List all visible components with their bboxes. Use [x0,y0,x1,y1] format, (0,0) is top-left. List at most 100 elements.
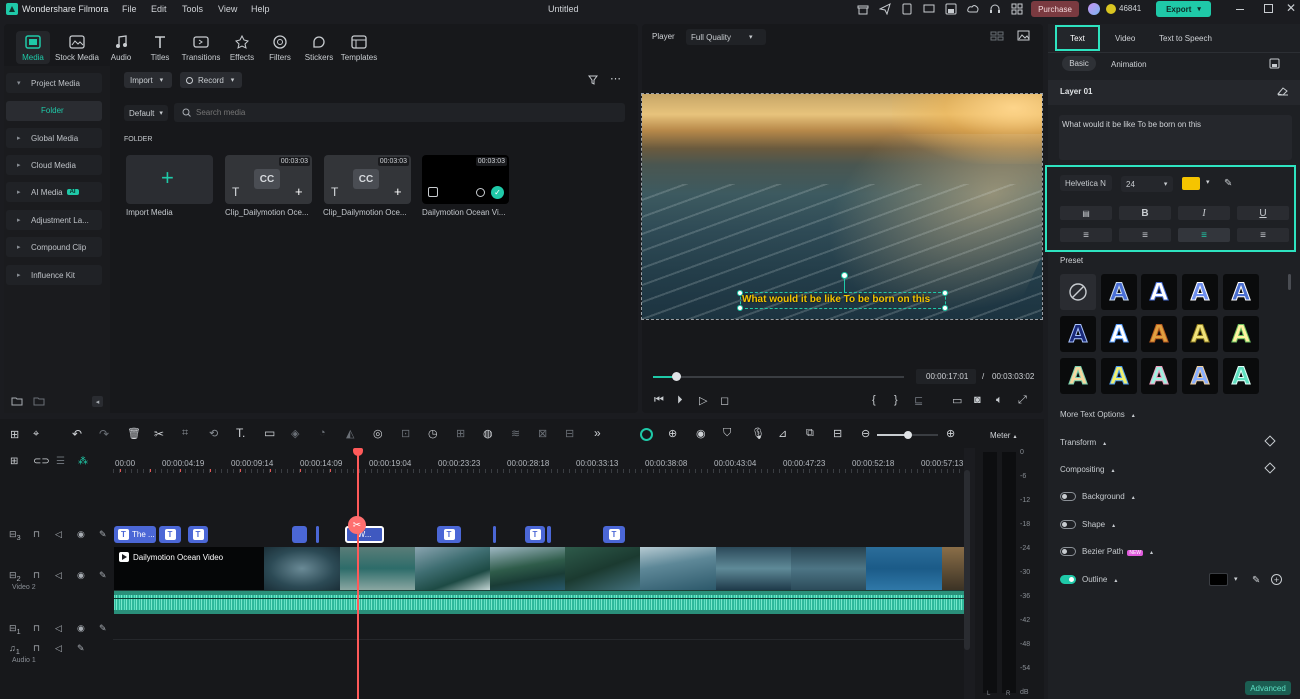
title-clip[interactable]: T [525,526,545,543]
delete-icon[interactable]: 🗑︎ [127,427,141,440]
play-icon[interactable]: ▷ [699,394,707,407]
scene-detect-icon[interactable]: ⊕ [668,427,677,440]
freeze-icon[interactable]: ⊞ [456,427,465,440]
section-transform[interactable]: Transform ▴ [1060,438,1106,447]
rotate-handle[interactable] [841,272,848,279]
redo-icon[interactable]: ↷ [99,427,109,441]
menu-tools[interactable]: Tools [182,4,203,14]
preset-white-blue[interactable]: A [1141,274,1177,310]
preset-blue-outline[interactable]: A [1101,274,1137,310]
font-family-dropdown[interactable]: Helvetica N [1060,175,1112,191]
export-button[interactable]: Export ▾ [1156,1,1211,17]
sidebar-item-folder[interactable]: Folder [6,101,102,121]
preset-orange[interactable]: A [1141,316,1177,352]
ai-tool-icon[interactable]: ◎ [373,427,383,440]
outline-toggle[interactable] [1060,575,1076,584]
lock-icon[interactable]: ⊓ [33,529,40,540]
mute-icon[interactable]: ◁ [55,529,62,540]
display-icon[interactable]: ▭ [952,394,962,407]
sidebar-item-cloud-media[interactable]: ▸ Cloud Media [6,155,102,175]
add-plus-icon[interactable]: + [295,184,303,199]
underline-button[interactable]: U [1237,206,1289,220]
mark-in-icon[interactable]: { [872,394,876,406]
sidebar-item-project-media[interactable]: ▾ Project Media [6,73,102,93]
import-media-card[interactable]: + [126,155,213,204]
edit-track-icon[interactable]: ✎ [99,623,107,634]
preset-periwinkle[interactable]: A [1182,358,1218,394]
chevron-down-icon[interactable]: ▾ [1234,575,1238,583]
quality-dropdown[interactable]: Full Quality ▾ [686,29,766,45]
volume-icon[interactable]: 🔈︎ [996,394,1003,407]
search-input[interactable] [196,106,596,119]
shield-icon[interactable]: ⛉ [723,427,731,440]
title-clip[interactable] [316,526,319,543]
tab-media[interactable]: Media [10,34,56,62]
zoom-in-icon[interactable]: ⊕ [946,427,955,440]
mask-icon[interactable]: ◭ [346,427,354,440]
mark-out-icon[interactable]: } [894,394,898,406]
tab-video[interactable]: Video [1115,34,1135,43]
title-clip[interactable]: T [159,526,181,543]
preset-mint[interactable]: A [1141,358,1177,394]
media-item-clip-2[interactable]: CC T + 00:03:03 [324,155,411,204]
cloud-doc-icon[interactable] [901,3,913,15]
title-clip[interactable]: T [188,526,208,543]
insert-icon[interactable]: ⊑ [914,394,923,407]
preset-rainbow[interactable]: A [1101,358,1137,394]
preset-yellow-green[interactable]: A [1223,316,1259,352]
title-clip[interactable] [547,526,551,543]
subtab-basic[interactable]: Basic [1062,56,1096,71]
screen-icon[interactable] [923,3,935,15]
speed-icon[interactable]: ◔ [319,427,326,439]
link-clips-icon[interactable]: ⊂⊃ [33,456,50,467]
edit-track-icon[interactable]: ✎ [99,570,107,581]
timer-icon[interactable]: ◷ [428,427,438,440]
more-text-options[interactable]: More Text Options ▴ [1060,410,1135,419]
microphone-icon[interactable]: 🎙︎ [751,427,765,440]
font-color-swatch[interactable] [1182,177,1200,190]
add-track-icon[interactable]: ⊞ [10,456,18,467]
playhead-line[interactable] [357,448,359,699]
keyframe-icon[interactable]: ⊡ [401,427,410,440]
eraser-icon[interactable] [1277,86,1289,96]
folder-icon[interactable] [33,396,45,406]
search-box[interactable] [174,103,625,122]
sidebar-item-compound-clip[interactable]: ▸ Compound Clip [6,237,102,257]
transform-icon[interactable]: ⟲ [209,427,218,440]
close-icon[interactable]: ✕ [1286,1,1296,15]
align-center-button[interactable]: ≡ [1119,228,1171,242]
maximize-icon[interactable] [1264,4,1273,13]
sidebar-item-global-media[interactable]: ▸ Global Media [6,128,102,148]
background-toggle[interactable] [1060,492,1076,501]
section-compositing[interactable]: Compositing ▴ [1060,465,1114,474]
snapshot-image-icon[interactable] [1017,30,1030,41]
camera-icon[interactable]: ◙ [974,394,981,406]
eyedropper-icon[interactable]: ✎ [1252,575,1260,586]
record-dropdown[interactable]: Record ▾ [180,72,242,88]
ai-edit-icon[interactable]: ⊠ [538,427,547,440]
audio-adjust-icon[interactable]: ≋ [511,427,520,440]
preset-pastel[interactable]: A [1060,358,1096,394]
import-dropdown[interactable]: Import ▾ [124,72,172,88]
gift-icon[interactable] [857,3,869,15]
save-icon[interactable] [945,3,957,15]
bezier-path-toggle[interactable] [1060,547,1076,556]
fullscreen-icon[interactable]: ⤢ [1018,394,1027,407]
caption-text[interactable]: What would it be like To be born on this [742,294,930,305]
outline-color-swatch[interactable] [1209,573,1228,586]
sidebar-item-adjustment-layer[interactable]: ▸ Adjustment La... [6,210,102,230]
eye-icon[interactable]: ◉ [77,623,85,634]
tab-text[interactable]: Text [1055,25,1100,51]
more-tools-icon[interactable]: » [594,426,601,440]
shape-rect-icon[interactable]: ▭ [264,426,275,440]
preset-light-blue[interactable]: A [1182,274,1218,310]
zoom-slider-knob[interactable] [904,431,912,439]
grid-view-icon[interactable] [990,31,1004,41]
title-clip[interactable]: T [437,526,461,543]
subtab-animation[interactable]: Animation [1111,60,1147,69]
chevron-down-icon[interactable]: ▾ [1206,178,1210,186]
media-item-clip-1[interactable]: CC T + 00:03:03 [225,155,312,204]
mute-icon[interactable]: ◁ [55,643,62,654]
cloud-upload-icon[interactable] [967,3,979,15]
grid-apps-icon[interactable] [1011,3,1023,15]
